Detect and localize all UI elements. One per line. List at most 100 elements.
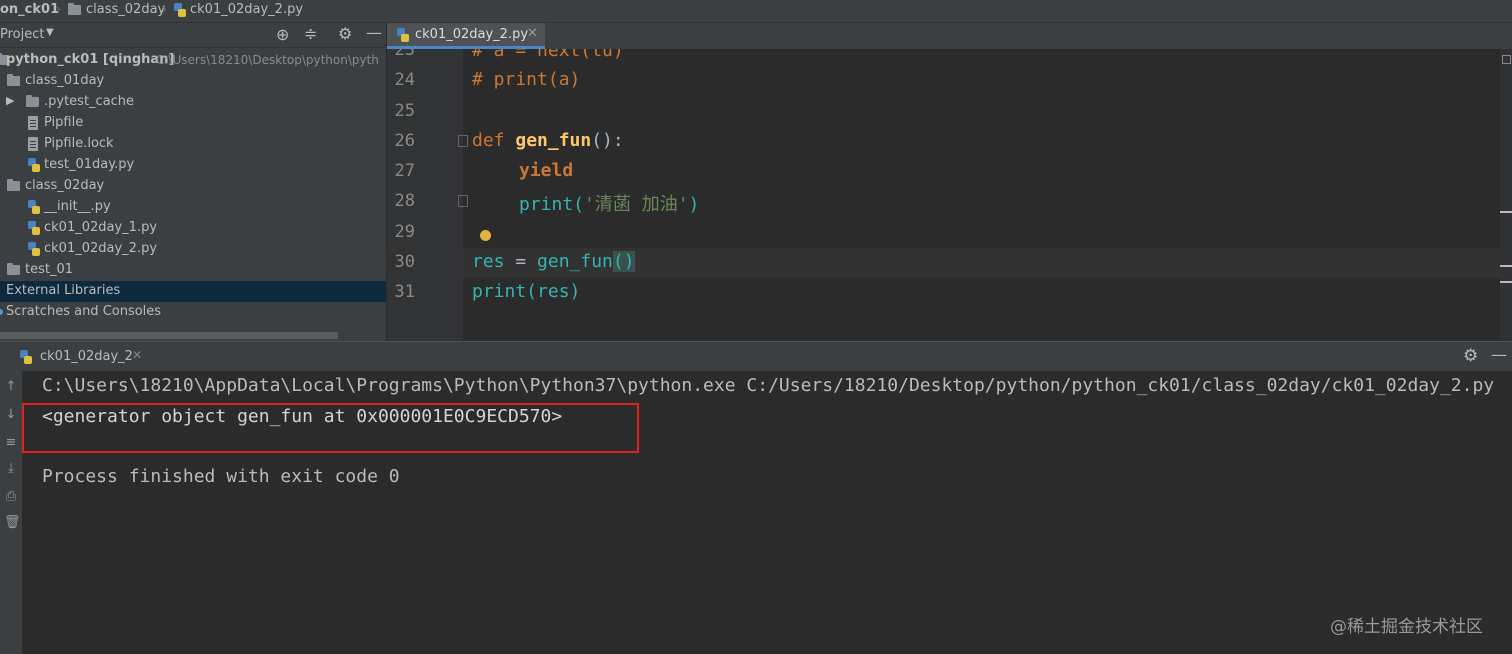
code-line-23: # a = next(tu) — [472, 49, 624, 61]
code-editor[interactable]: 23 24 25 26 27 28 29 30 31 # a = next(tu… — [387, 49, 1512, 341]
warning-marker[interactable] — [1500, 265, 1512, 267]
arrow-up-icon[interactable]: ↑ — [4, 379, 18, 394]
arrow-down-icon[interactable]: ↓ — [4, 407, 18, 422]
close-icon[interactable]: ✕ — [527, 26, 538, 41]
chevron-right-icon: › — [56, 2, 61, 16]
folder-icon — [7, 263, 20, 275]
breadcrumb-file[interactable]: ck01_02day_2.py — [190, 2, 303, 17]
gear-icon[interactable]: ⚙ — [1463, 346, 1478, 366]
gear-icon[interactable]: ⚙ — [338, 24, 352, 43]
tree-item-class-01day[interactable]: class_01day — [0, 71, 386, 92]
tree-item-label: class_02day — [25, 178, 105, 193]
tree-item-label: External Libraries — [6, 283, 121, 298]
code-punctuation: ) — [569, 281, 581, 302]
scratch-icon — [0, 309, 3, 315]
assign-operator: = — [504, 251, 538, 272]
line-gutter: 23 24 25 26 27 28 29 30 31 — [387, 49, 491, 341]
code-line-28: print('清菡 加油') — [519, 190, 699, 216]
chevron-down-icon[interactable]: ▼ — [46, 27, 54, 38]
line-number: 27 — [394, 161, 415, 181]
folder-icon — [7, 179, 20, 191]
run-console[interactable]: C:\Users\18210\AppData\Local\Programs\Py… — [22, 371, 1512, 654]
tree-item-pytest-cache[interactable]: ▶ .pytest_cache — [0, 92, 386, 113]
text-file-icon — [28, 137, 38, 151]
line-number: 24 — [394, 70, 415, 90]
code-punctuation: (): — [591, 130, 624, 151]
line-number: 25 — [394, 101, 415, 121]
tab-ck01-02day-2[interactable]: ck01_02day_2.py ✕ — [387, 23, 545, 49]
breadcrumb-project[interactable]: on_ck01 — [0, 2, 59, 17]
print-call: print( — [519, 194, 585, 215]
tab-label: ck01_02day_2.py — [415, 27, 529, 42]
inspection-status-icon[interactable] — [1502, 55, 1511, 64]
tree-item-class-02day[interactable]: class_02day — [0, 176, 386, 197]
tree-root[interactable]: python_ck01 [qinghan] C:\Users\18210\Des… — [0, 50, 386, 71]
tree-item-scratches[interactable]: Scratches and Consoles — [0, 302, 386, 323]
console-output: <generator object gen_fun at 0x000001E0C… — [42, 406, 563, 427]
tree-root-label: python_ck01 [qinghan] — [6, 52, 175, 67]
print-icon[interactable]: ⎙ — [4, 489, 18, 504]
code-line-27: yield — [519, 160, 574, 181]
lightbulb-icon[interactable] — [480, 230, 491, 241]
minimize-icon[interactable]: — — [366, 23, 382, 42]
tree-item-test-01day[interactable]: test_01day.py — [0, 155, 386, 176]
code-line-30: res = gen_fun() — [472, 251, 635, 272]
tree-item-label: Pipfile — [44, 115, 84, 130]
tree-item-label: test_01 — [25, 262, 74, 277]
minimize-icon[interactable]: — — [1491, 345, 1507, 364]
python-file-icon — [28, 221, 40, 235]
project-panel: Project ▼ ⊕ ≑ ⚙ — python_ck01 [qinghan] … — [0, 23, 387, 341]
tree-item-pipfile-lock[interactable]: Pipfile.lock — [0, 134, 386, 155]
fold-marker-icon[interactable] — [458, 135, 468, 147]
line-number: 31 — [394, 282, 415, 302]
folder-icon — [68, 3, 81, 15]
trash-icon[interactable]: 🗑 — [4, 515, 21, 530]
run-tab[interactable]: ck01_02day_2 ✕ — [0, 342, 160, 372]
tree-item-test-01[interactable]: test_01 — [0, 260, 386, 281]
tree-item-ck01-02day-2[interactable]: ck01_02day_2.py — [0, 239, 386, 260]
keyword-def: def — [472, 130, 505, 151]
tree-item-label: class_01day — [25, 73, 105, 88]
collapse-all-icon[interactable]: ≑ — [304, 24, 317, 43]
line-number: 29 — [394, 222, 415, 242]
breadcrumb-folder[interactable]: class_02day — [86, 2, 165, 17]
code-punctuation: () — [612, 251, 635, 272]
scroll-to-end-icon[interactable]: ⤓ — [4, 461, 18, 476]
line-number: 26 — [394, 131, 415, 151]
soft-wrap-icon[interactable]: ≡ — [4, 435, 18, 450]
tree-item-label: Scratches and Consoles — [6, 304, 162, 319]
tree-root-path: C:\Users\18210\Desktop\python\pyth — [156, 53, 379, 67]
tree-item-label: ck01_02day_2.py — [44, 241, 158, 256]
close-icon[interactable]: ✕ — [132, 348, 142, 362]
expand-arrow-icon[interactable]: ▶ — [6, 94, 14, 107]
warning-marker[interactable] — [1500, 211, 1512, 213]
horizontal-scrollbar[interactable] — [0, 332, 338, 339]
variable-res: res — [472, 251, 505, 272]
locate-icon[interactable]: ⊕ — [276, 25, 289, 44]
text-file-icon — [28, 116, 38, 130]
python-file-icon — [397, 28, 409, 42]
warning-marker[interactable] — [1500, 281, 1512, 283]
tree-item-external-libraries[interactable]: External Libraries — [0, 281, 386, 302]
tree-item-init[interactable]: __init__.py — [0, 197, 386, 218]
project-panel-header: Project ▼ ⊕ ≑ ⚙ — — [0, 23, 386, 48]
line-number: 30 — [387, 252, 415, 272]
editor-error-stripe[interactable] — [1500, 49, 1512, 341]
code-line-31: print(res) — [472, 281, 580, 302]
project-view-title[interactable]: Project — [0, 27, 44, 42]
python-file-icon — [28, 242, 40, 256]
tree-item-ck01-02day-1[interactable]: ck01_02day_1.py — [0, 218, 386, 239]
folder-icon — [26, 95, 39, 107]
python-file-icon — [174, 3, 186, 17]
function-call: gen_fun — [537, 251, 613, 272]
tree-item-label: __init__.py — [44, 199, 111, 214]
run-toolbar: ↑ ↓ ≡ ⤓ ⎙ 🗑 — [0, 371, 22, 654]
run-tab-label: ck01_02day_2 — [40, 349, 133, 364]
code-line-24: # print(a) — [472, 69, 581, 90]
tree-item-label: Pipfile.lock — [44, 136, 114, 151]
fold-marker-icon[interactable] — [458, 195, 468, 207]
tree-item-label: test_01day.py — [44, 157, 135, 172]
tree-item-pipfile[interactable]: Pipfile — [0, 113, 386, 134]
python-file-icon — [20, 350, 32, 364]
console-command: C:\Users\18210\AppData\Local\Programs\Py… — [42, 375, 1495, 396]
